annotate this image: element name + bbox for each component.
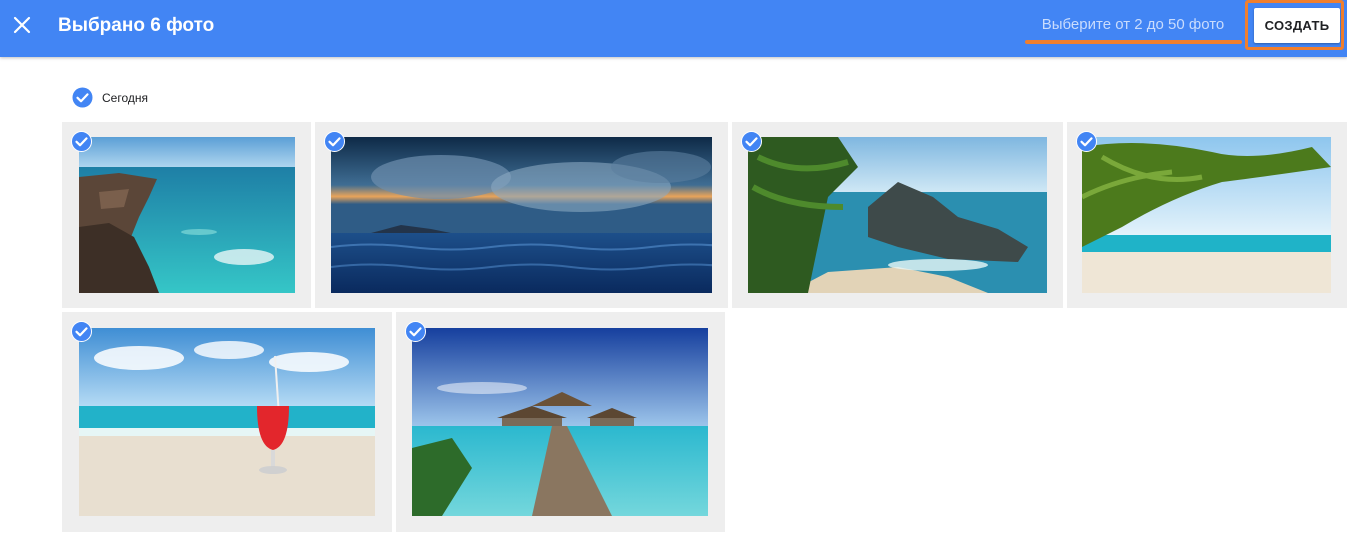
photo-thumbnail [331,137,712,293]
close-icon [13,16,31,34]
photo-tile[interactable] [396,312,725,532]
photo-tile[interactable] [62,312,392,532]
check-circle-icon[interactable] [71,321,92,342]
check-circle-icon[interactable] [324,131,345,152]
photo-thumbnail [748,137,1047,293]
close-button[interactable] [6,9,38,41]
photo-thumbnail [79,328,375,516]
selection-title: Выбрано 6 фото [58,15,215,36]
photo-tile[interactable] [732,122,1063,308]
photo-thumbnail [79,137,295,293]
hint-highlight-underline [1025,40,1242,44]
photo-thumbnail [1082,137,1331,293]
check-circle-icon[interactable] [71,131,92,152]
photo-tile[interactable] [315,122,728,308]
create-button[interactable]: СОЗДАТЬ [1254,8,1340,43]
check-circle-icon[interactable] [72,87,93,108]
date-group-label: Сегодня [102,91,148,105]
check-circle-icon[interactable] [1076,131,1097,152]
check-circle-icon[interactable] [741,131,762,152]
photo-thumbnail [412,328,708,516]
selection-hint: Выберите от 2 до 50 фото [1041,16,1225,33]
photo-tile[interactable] [1067,122,1347,308]
top-app-bar: Выбрано 6 фото Выберите от 2 до 50 фото [0,0,1347,57]
photo-tile[interactable] [62,122,311,308]
check-circle-icon[interactable] [405,321,426,342]
